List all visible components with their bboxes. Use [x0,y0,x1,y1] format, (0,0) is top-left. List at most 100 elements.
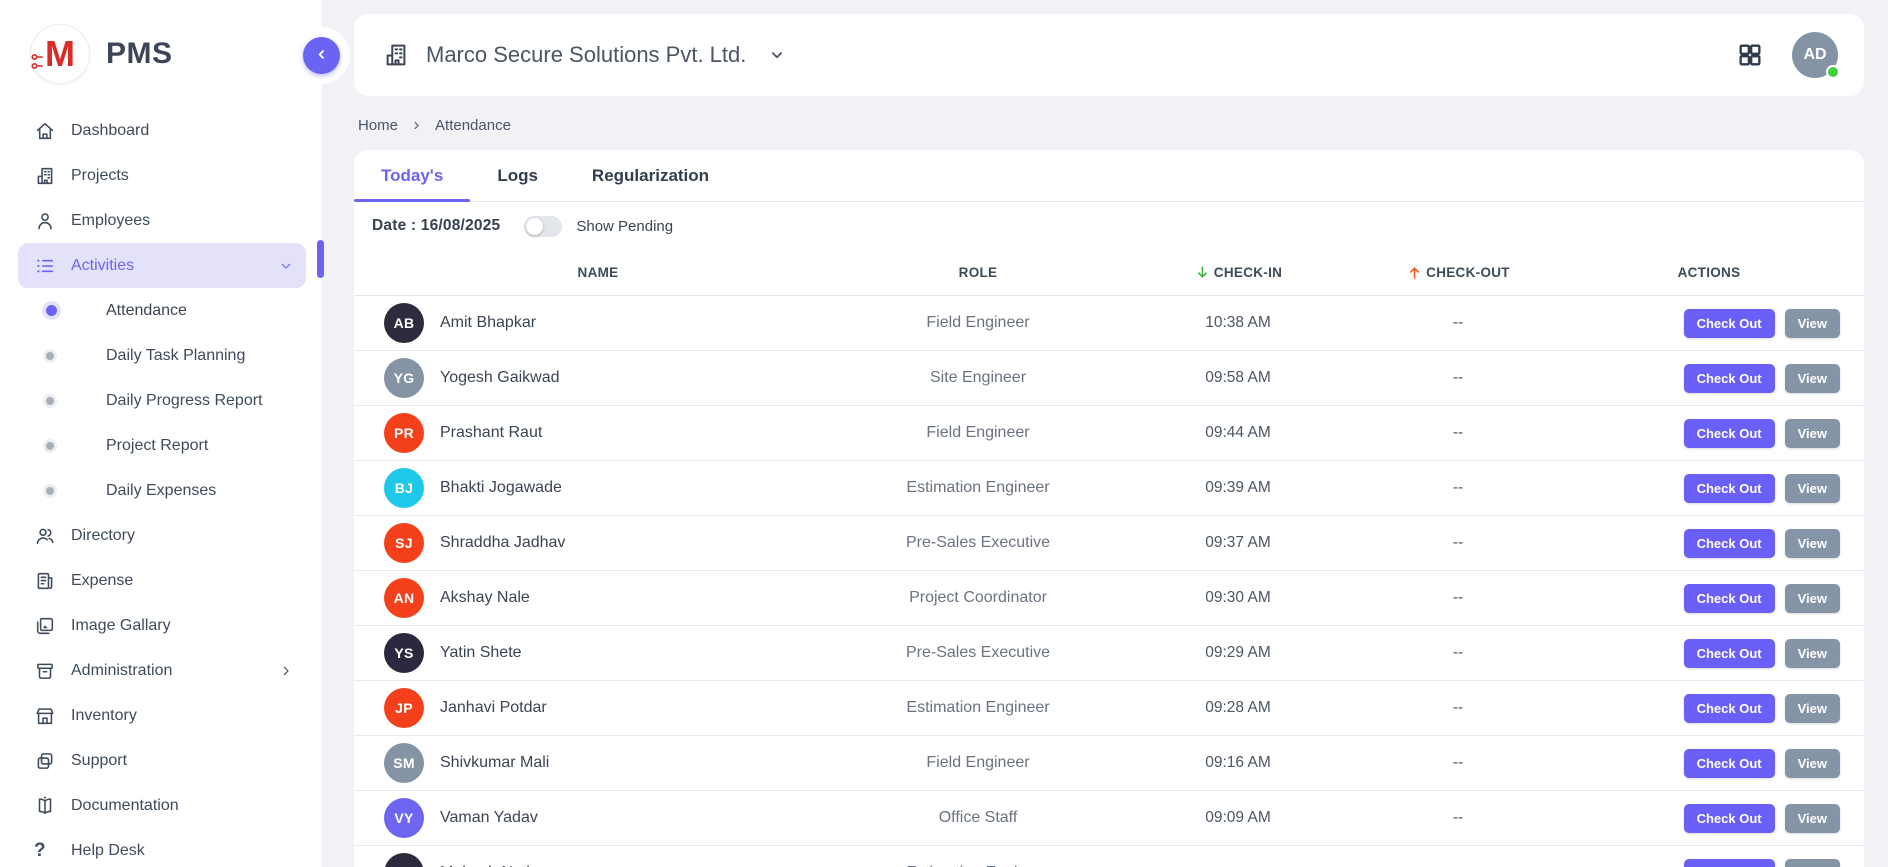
check-in-time: 09:58 AM [1138,369,1338,387]
view-button[interactable]: View [1785,309,1840,338]
sidebar-item-expense[interactable]: Expense [18,558,306,603]
check-in-time: 09:28 AM [1138,699,1338,717]
tab-logs[interactable]: Logs [470,150,565,201]
sidebar-item-project-report[interactable]: Project Report [18,423,306,468]
view-button[interactable]: View [1785,419,1840,448]
check-out-button[interactable]: Check Out [1684,749,1775,778]
avatar: VY [384,798,424,838]
view-button[interactable]: View [1785,639,1840,668]
check-in-time: 09:37 AM [1138,534,1338,552]
sort-up-icon [1406,264,1423,281]
check-out-time: -- [1338,534,1578,552]
archive-icon [34,660,56,682]
sidebar-collapse-button[interactable] [303,37,340,74]
sidebar-item-activities[interactable]: Activities [18,243,306,288]
view-button[interactable]: View [1785,859,1840,867]
view-button[interactable]: View [1785,749,1840,778]
check-out-time: -- [1338,424,1578,442]
sidebar-item-help-desk[interactable]: ? Help Desk [18,828,306,867]
check-in-time: 09:30 AM [1138,589,1338,607]
breadcrumb: Home Attendance [358,117,1862,134]
sidebar-item-inventory[interactable]: Inventory [18,693,306,738]
view-button[interactable]: View [1785,694,1840,723]
column-check-in[interactable]: CHECK-IN [1138,264,1338,281]
check-out-button[interactable]: Check Out [1684,584,1775,613]
tab-regularization[interactable]: Regularization [565,150,736,201]
avatar: AN [384,578,424,618]
column-role: ROLE [818,265,1138,280]
sidebar-item-administration[interactable]: Administration [18,648,306,693]
check-out-button[interactable]: Check Out [1684,639,1775,668]
sidebar-item-daily-task-planning[interactable]: Daily Task Planning [18,333,306,378]
table-row: MN Mahesh Nath Estimation Engineer Check… [354,846,1864,867]
sidebar-item-daily-progress-report[interactable]: Daily Progress Report [18,378,306,423]
avatar: SM [384,743,424,783]
table-row: AN Akshay Nale Project Coordinator 09:30… [354,571,1864,626]
avatar: MN [384,853,424,867]
receipt-icon [34,570,56,592]
view-button[interactable]: View [1785,474,1840,503]
table-header: NAME ROLE CHECK-IN CHECK-OUT ACTIONS [354,250,1864,296]
employee-role: Pre-Sales Executive [818,534,1138,552]
bullet-dot [46,397,54,405]
sidebar-item-projects[interactable]: Projects [18,153,306,198]
check-out-button[interactable]: Check Out [1684,529,1775,558]
company-selector[interactable]: Marco Secure Solutions Pvt. Ltd. [382,41,786,69]
sidebar-item-directory[interactable]: Directory [18,513,306,558]
sidebar-item-attendance[interactable]: Attendance [18,288,306,333]
column-actions: ACTIONS [1578,265,1840,280]
tab-today-s[interactable]: Today's [354,150,470,201]
check-out-button[interactable]: Check Out [1684,694,1775,723]
view-button[interactable]: View [1785,804,1840,833]
sidebar-item-dashboard[interactable]: Dashboard [18,108,306,153]
check-out-button[interactable]: Check Out [1684,859,1775,867]
avatar: YG [384,358,424,398]
sidebar: M PMS Dashboard Projects Employees [0,0,322,867]
employee-role: Estimation Engineer [818,699,1138,717]
check-out-time: -- [1338,699,1578,717]
chevron-left-icon [314,47,329,65]
sidebar-nav: Dashboard Projects Employees Activities [0,102,322,867]
check-out-button[interactable]: Check Out [1684,804,1775,833]
apps-grid-button[interactable] [1736,41,1764,69]
sidebar-item-employees[interactable]: Employees [18,198,306,243]
copies-icon [34,750,56,772]
breadcrumb-home[interactable]: Home [358,117,398,134]
sidebar-item-image-gallary[interactable]: Image Gallary [18,603,306,648]
view-button[interactable]: View [1785,584,1840,613]
logo-network-icon [31,43,47,79]
check-out-time: -- [1338,479,1578,497]
table-row: SM Shivkumar Mali Field Engineer 09:16 A… [354,736,1864,791]
check-out-button[interactable]: Check Out [1684,474,1775,503]
sidebar-item-daily-expenses[interactable]: Daily Expenses [18,468,306,513]
table-row: SJ Shraddha Jadhav Pre-Sales Executive 0… [354,516,1864,571]
store-icon [34,705,56,727]
sidebar-item-support[interactable]: Support [18,738,306,783]
check-out-button[interactable]: Check Out [1684,419,1775,448]
view-button[interactable]: View [1785,364,1840,393]
top-bar-right: AD [1736,32,1838,78]
show-pending-toggle[interactable] [524,216,562,237]
app-title: PMS [106,37,173,71]
breadcrumb-separator-icon [410,119,423,132]
avatar: BJ [384,468,424,508]
employee-role: Office Staff [818,809,1138,827]
table-row: AB Amit Bhapkar Field Engineer 10:38 AM … [354,296,1864,351]
check-out-button[interactable]: Check Out [1684,364,1775,393]
sidebar-item-documentation[interactable]: Documentation [18,783,306,828]
user-avatar[interactable]: AD [1792,32,1838,78]
show-pending-label: Show Pending [576,218,673,235]
check-in-time: 09:44 AM [1138,424,1338,442]
building-icon [34,165,56,187]
check-out-button[interactable]: Check Out [1684,309,1775,338]
online-status-dot [1826,65,1840,79]
column-check-out[interactable]: CHECK-OUT [1338,264,1578,281]
chevron-down-icon [278,258,294,274]
view-button[interactable]: View [1785,529,1840,558]
check-in-time: 10:38 AM [1138,314,1338,332]
check-in-time: 09:29 AM [1138,644,1338,662]
column-name: NAME [378,265,818,280]
person-icon [34,210,56,232]
employee-role: Field Engineer [818,424,1138,442]
bullet-dot [46,487,54,495]
